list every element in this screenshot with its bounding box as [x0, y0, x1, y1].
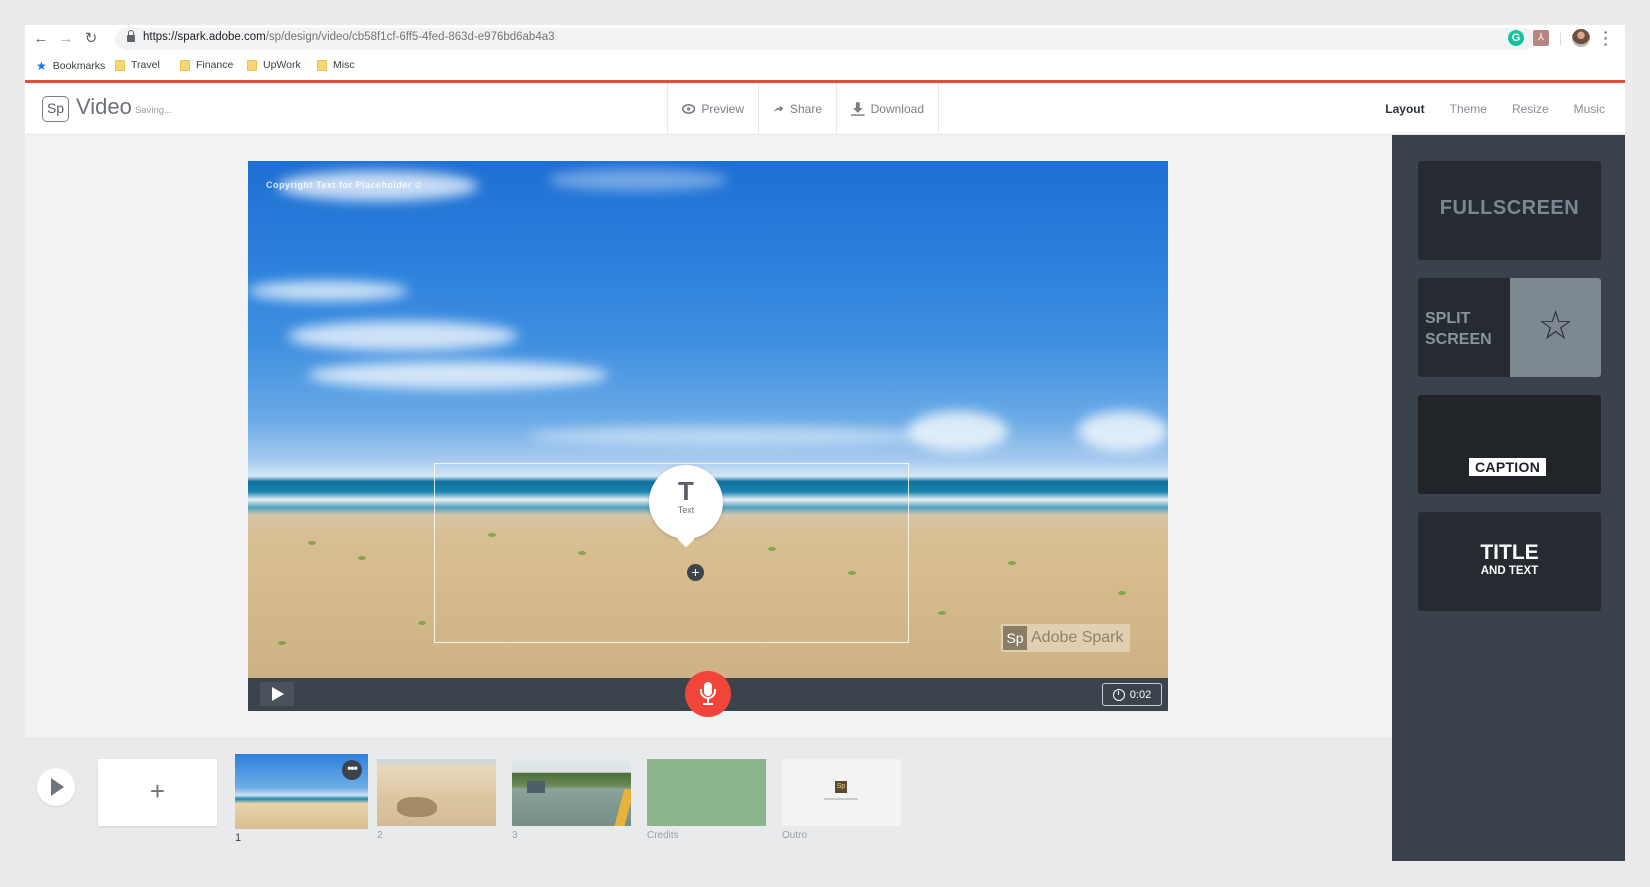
share-button[interactable]: Share — [758, 83, 836, 135]
browser-window: ← → ↻ https://spark.adobe.com/sp/design/… — [25, 25, 1625, 861]
slide-duration-button[interactable]: 0:02 — [1102, 683, 1162, 706]
slide-label: Outro — [782, 830, 808, 841]
star-icon: ☆ — [1537, 304, 1574, 348]
panel-tabs: Layout Theme Resize Music — [1385, 83, 1605, 135]
bookmark-bookmarks[interactable]: ★ Bookmarks — [36, 59, 105, 73]
add-text-bubble[interactable]: T Text — [649, 465, 723, 539]
layout-caption[interactable]: CAPTION — [1418, 395, 1601, 494]
vegetation-decoration — [418, 621, 426, 625]
browser-menu-icon[interactable]: · · · — [1602, 25, 1610, 51]
spark-logo-icon: Sp — [835, 781, 847, 793]
folder-icon — [180, 59, 190, 71]
layout-title-and-text[interactable]: TITLE AND TEXT — [1418, 512, 1601, 611]
preview-button[interactable]: Preview — [667, 83, 758, 135]
url-text[interactable]: https://spark.adobe.com/sp/design/video/… — [143, 31, 555, 43]
spark-logo-icon: Sp — [1003, 626, 1027, 650]
lock-icon — [127, 30, 135, 42]
slide-thumbnail[interactable]: 3 — [512, 759, 631, 841]
slide-thumb-image: Sp — [782, 759, 901, 826]
spark-logo[interactable]: Sp — [42, 96, 69, 122]
star-icon: ★ — [36, 59, 47, 73]
folder-icon — [317, 59, 327, 71]
slide-timeline: + ••• 1 2 3 Credits Sp Outro — [25, 737, 1392, 861]
editor-stage: Copyright Text for Placeholder © T Text … — [25, 135, 1392, 737]
slide-label: 3 — [512, 830, 518, 841]
download-button[interactable]: Download — [836, 83, 939, 135]
slide-thumb-image — [377, 759, 496, 826]
copyright-overlay: Copyright Text for Placeholder © — [266, 180, 422, 190]
slide-thumb-image — [512, 759, 631, 826]
play-all-button[interactable] — [37, 768, 75, 806]
toolbar-divider — [1560, 32, 1561, 45]
layout-fullscreen[interactable]: FULLSCREEN — [1418, 161, 1601, 260]
reload-icon[interactable]: ↻ — [81, 29, 101, 49]
add-content-button[interactable]: + — [687, 564, 704, 581]
tab-resize[interactable]: Resize — [1512, 102, 1549, 116]
adobe-spark-watermark: Sp Adobe Spark — [1001, 624, 1130, 652]
add-slide-button[interactable]: + — [98, 759, 217, 826]
text-bubble-label: Text — [677, 505, 695, 515]
text-icon: T — [678, 476, 694, 506]
play-slide-button[interactable] — [260, 682, 294, 706]
bookmark-finance[interactable]: Finance — [180, 59, 233, 71]
bookmark-travel[interactable]: Travel — [115, 59, 160, 71]
cloud-decoration — [528, 426, 928, 446]
slide-thumbnail[interactable]: 2 — [377, 759, 496, 841]
slide-thumbnail[interactable]: Credits — [647, 759, 766, 841]
slide-label: 1 — [235, 832, 242, 844]
bookmark-misc[interactable]: Misc — [317, 59, 355, 71]
folder-icon — [247, 59, 257, 71]
address-bar[interactable]: https://spark.adobe.com/sp/design/video/… — [115, 28, 1535, 50]
cloud-decoration — [288, 321, 518, 351]
playback-control-bar: 0:02 — [248, 671, 1168, 717]
slide-canvas[interactable]: Copyright Text for Placeholder © T Text … — [248, 161, 1168, 678]
split-media-area: ☆ — [1510, 278, 1601, 377]
slide-label: 2 — [377, 830, 383, 841]
vegetation-decoration — [358, 556, 366, 560]
vegetation-decoration — [278, 641, 286, 645]
layout-panel: FULLSCREEN SPLIT SCREEN ☆ CAPTION TITLE A… — [1392, 135, 1625, 861]
vegetation-decoration — [308, 541, 316, 545]
slide-thumb-image — [647, 759, 766, 826]
bookmarks-bar: ★ Bookmarks Travel Finance UpWork Misc — [25, 52, 1625, 80]
tab-theme[interactable]: Theme — [1450, 102, 1487, 116]
grammarly-extension-icon[interactable]: G — [1508, 30, 1524, 46]
vegetation-decoration — [1118, 591, 1126, 595]
profile-avatar[interactable] — [1572, 29, 1590, 47]
layout-split-screen[interactable]: SPLIT SCREEN ☆ — [1418, 278, 1601, 377]
app-header: Sp Video Saving... Preview Share Downloa… — [25, 83, 1625, 135]
cloud-decoration — [1078, 411, 1168, 451]
cloud-decoration — [248, 281, 408, 301]
record-voice-button[interactable] — [685, 671, 731, 717]
tab-layout[interactable]: Layout — [1385, 102, 1424, 116]
more-options-icon[interactable]: ••• — [342, 760, 362, 780]
tab-music[interactable]: Music — [1574, 102, 1605, 116]
download-icon — [851, 102, 865, 116]
cloud-decoration — [548, 169, 728, 191]
cloud-decoration — [908, 411, 1008, 451]
cloud-decoration — [308, 361, 608, 389]
back-icon[interactable]: ← — [31, 29, 51, 49]
vegetation-decoration — [938, 611, 946, 615]
app-title: Video — [76, 94, 132, 119]
slide-label: Credits — [647, 830, 679, 841]
eye-icon — [682, 104, 696, 114]
share-arrow-icon — [773, 105, 784, 113]
header-actions: Preview Share Download — [667, 83, 939, 135]
save-status: Saving... — [135, 105, 172, 116]
clock-icon — [1112, 688, 1125, 701]
folder-icon — [115, 59, 125, 71]
bookmark-upwork[interactable]: UpWork — [247, 59, 301, 71]
browser-toolbar: ← → ↻ https://spark.adobe.com/sp/design/… — [25, 25, 1625, 52]
forward-icon[interactable]: → — [56, 29, 76, 49]
slide-thumbnail[interactable]: Sp Outro — [782, 759, 901, 841]
slide-thumbnail[interactable]: ••• 1 — [235, 754, 368, 844]
vegetation-decoration — [1008, 561, 1016, 565]
acrobat-extension-icon[interactable]: ⅄ — [1533, 30, 1549, 46]
